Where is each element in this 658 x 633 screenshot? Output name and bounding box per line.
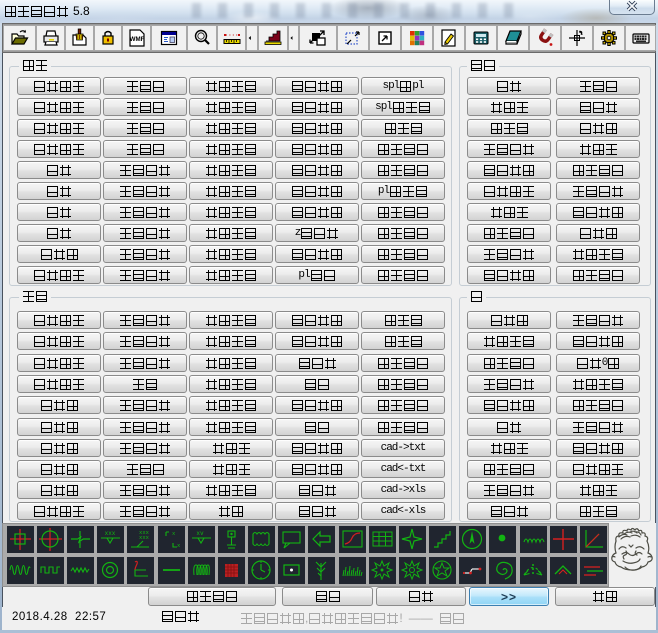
svg-text:xxx: xxx (105, 530, 116, 537)
svg-text:WMF: WMF (129, 36, 144, 43)
svg-text:x: x (172, 530, 176, 537)
svg-text:xv: xv (196, 530, 204, 537)
svg-text:x: x (177, 542, 181, 549)
svg-text:xxx: xxx (139, 534, 150, 541)
